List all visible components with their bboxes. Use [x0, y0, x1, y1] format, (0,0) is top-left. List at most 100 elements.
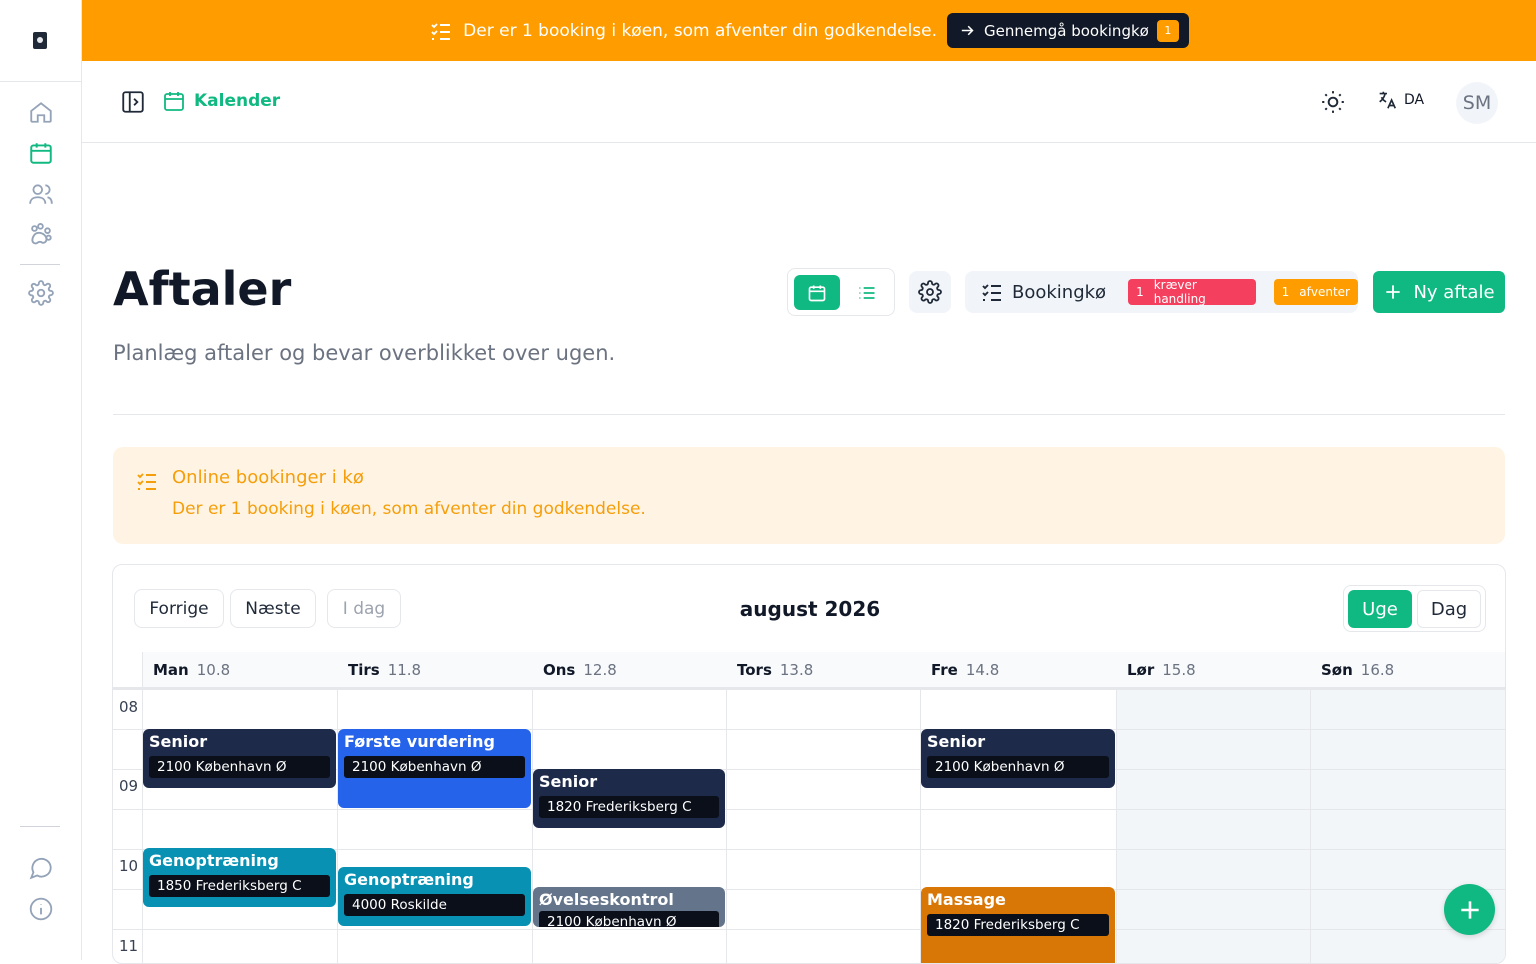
- calendar-icon: [808, 285, 826, 301]
- booking-queue-alert: Online bookinger i kø Der er 1 booking i…: [113, 447, 1505, 544]
- grid-row-line: [113, 929, 1505, 930]
- pending-badge: 1 afventer: [1273, 279, 1358, 305]
- checklist-icon: [135, 469, 159, 493]
- sidebar-separator: [20, 826, 60, 827]
- users-icon[interactable]: [28, 181, 54, 207]
- day-name: Fre: [931, 661, 958, 679]
- appointment-event[interactable]: Senior 1820 Frederiksberg C: [533, 769, 725, 828]
- day-name: Søn: [1321, 661, 1353, 679]
- day-name: Man: [153, 661, 189, 679]
- add-appointment-fab[interactable]: [1444, 884, 1495, 935]
- day-header[interactable]: Tirs 11.8: [338, 652, 533, 688]
- avatar[interactable]: SM: [1456, 82, 1498, 124]
- day-date: 16.8: [1360, 661, 1395, 679]
- requires-action-label: kræver handling: [1153, 278, 1206, 306]
- day-header[interactable]: Fre 14.8: [921, 652, 1117, 688]
- event-location: 2100 København Ø: [539, 911, 719, 927]
- day-date: 12.8: [583, 661, 617, 679]
- weekend-background: [1117, 690, 1311, 963]
- pending-count: 1: [1281, 285, 1290, 299]
- panel-toggle-icon[interactable]: [120, 89, 146, 115]
- queue-count-badge: 1: [1156, 19, 1179, 42]
- day-header[interactable]: Lør 15.8: [1117, 652, 1311, 688]
- review-queue-button[interactable]: Gennemgå bookingkø 1: [947, 13, 1189, 48]
- day-header[interactable]: Søn 16.8: [1311, 652, 1505, 688]
- week-view-button[interactable]: Uge: [1348, 590, 1412, 628]
- alert-description: Der er 1 booking i køen, som afventer di…: [172, 499, 646, 519]
- gear-icon: [918, 280, 942, 304]
- day-header[interactable]: Ons 12.8: [533, 652, 727, 688]
- appointment-event[interactable]: Senior 2100 København Ø: [921, 729, 1115, 788]
- sidebar-separator: [20, 264, 60, 265]
- week-calendar: Forrige Næste I dag august 2026 Uge Dag …: [112, 564, 1506, 964]
- event-location: 1850 Frederiksberg C: [149, 875, 330, 897]
- checklist-icon: [429, 19, 453, 43]
- checklist-icon: [980, 280, 1004, 304]
- appointment-event[interactable]: Massage 1820 Frederiksberg C: [921, 887, 1115, 963]
- new-appointment-label: Ny aftale: [1413, 281, 1495, 303]
- day-date: 11.8: [387, 661, 422, 679]
- day-header[interactable]: Man 10.8: [143, 652, 338, 688]
- event-title: Senior: [539, 772, 598, 791]
- pending-label: afventer: [1299, 285, 1350, 299]
- day-date: 10.8: [196, 661, 231, 679]
- top-bar: Kalender DA SM: [82, 61, 1536, 143]
- breadcrumb-label: Kalender: [194, 91, 281, 111]
- new-appointment-button[interactable]: Ny aftale: [1373, 271, 1505, 313]
- day-name: Lør: [1127, 661, 1155, 679]
- language-switcher[interactable]: DA: [1376, 89, 1424, 111]
- appointment-event[interactable]: Genoptræning 1850 Frederiksberg C: [143, 848, 336, 907]
- month-label: august 2026: [739, 597, 881, 621]
- event-title: Genoptræning: [344, 870, 474, 889]
- sun-icon[interactable]: [1320, 89, 1346, 115]
- language-label: DA: [1404, 92, 1425, 108]
- grid-row-line: [113, 809, 1505, 810]
- translate-icon: [1376, 89, 1398, 111]
- booking-queue-button[interactable]: Bookingkø 1 kræver handling 1 afventer: [965, 271, 1358, 313]
- plus-icon: [1460, 900, 1479, 919]
- requires-action-count: 1: [1136, 285, 1144, 299]
- list-view-button[interactable]: [844, 275, 890, 310]
- event-location: 4000 Roskilde: [344, 894, 525, 916]
- day-date: 13.8: [779, 661, 814, 679]
- gear-icon[interactable]: [28, 280, 54, 306]
- page-subtitle: Planlæg aftaler og bevar overblikket ove…: [113, 341, 616, 365]
- breadcrumb[interactable]: Kalender: [162, 89, 280, 113]
- event-location: 1820 Frederiksberg C: [539, 796, 719, 818]
- home-icon[interactable]: [28, 99, 54, 125]
- event-location: 2100 København Ø: [344, 756, 525, 778]
- header-divider: [113, 414, 1505, 415]
- event-title: Øvelseskontrol: [539, 890, 674, 909]
- app-logo[interactable]: [33, 32, 47, 49]
- list-icon: [859, 286, 875, 299]
- day-name: Tirs: [348, 661, 380, 679]
- hour-label: 11: [119, 937, 139, 955]
- event-title: Massage: [927, 890, 1006, 909]
- info-icon[interactable]: [28, 896, 54, 922]
- appointment-event[interactable]: Første vurdering 2100 København Ø: [338, 729, 531, 808]
- hour-label: 10: [119, 857, 139, 875]
- booking-queue-label: Bookingkø: [1012, 281, 1107, 303]
- event-title: Genoptræning: [149, 851, 279, 870]
- event-title: Senior: [927, 732, 986, 751]
- day-header[interactable]: Tors 13.8: [727, 652, 921, 688]
- review-queue-label: Gennemgå bookingkø: [984, 21, 1149, 40]
- chat-icon[interactable]: [28, 855, 54, 881]
- calendar-icon[interactable]: [28, 140, 54, 166]
- page-title: Aftaler: [113, 262, 292, 316]
- event-location: 2100 København Ø: [927, 756, 1109, 778]
- day-name: Tors: [737, 661, 772, 679]
- booking-queue-banner: Der er 1 booking i køen, som afventer di…: [82, 0, 1536, 61]
- day-view-button[interactable]: Dag: [1417, 590, 1481, 628]
- paw-icon[interactable]: [28, 222, 54, 248]
- appointment-event[interactable]: Øvelseskontrol 2100 København Ø: [533, 887, 725, 927]
- sidebar-divider: [0, 81, 82, 82]
- calendar-icon: [162, 89, 186, 113]
- appointment-event[interactable]: Senior 2100 København Ø: [143, 729, 336, 788]
- calendar-view-button[interactable]: [794, 275, 840, 310]
- calendar-settings-button[interactable]: [909, 271, 951, 313]
- grid-column-line: [142, 652, 143, 963]
- appointment-event[interactable]: Genoptræning 4000 Roskilde: [338, 867, 531, 926]
- event-title: Første vurdering: [344, 732, 495, 751]
- alert-title: Online bookinger i kø: [172, 467, 364, 488]
